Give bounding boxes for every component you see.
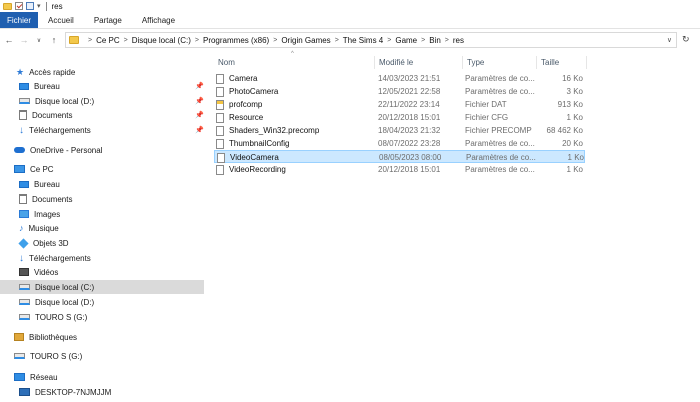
3d-objects-icon [18, 237, 29, 249]
nav-pc-bureau[interactable]: Bureau [19, 177, 60, 191]
nav-desktop-computer[interactable]: DESKTOP-7NJMJJM [19, 385, 111, 399]
desktop-icon [19, 82, 29, 90]
nav-pc-musique[interactable]: ♪ Musique [19, 221, 59, 235]
tab-affichage[interactable]: Affichage [132, 12, 185, 28]
pin-icon[interactable]: 📌 [195, 126, 204, 134]
drive-icon [19, 284, 30, 290]
address-bar[interactable]: > Ce PC > Disque local (C:) > Programmes… [65, 32, 677, 48]
config-file-icon [216, 86, 224, 97]
file-row[interactable]: Shaders_Win32.precomp 18/04/2023 21:32 F… [214, 124, 585, 137]
config-file-icon [216, 73, 224, 84]
nav-pc-documents[interactable]: Documents [19, 192, 72, 206]
breadcrumb-the-sims-4[interactable]: The Sims 4 [343, 36, 383, 45]
nav-quick-disque-d[interactable]: Disque local (D:) 📌 [19, 94, 204, 108]
folder-icon [69, 36, 79, 44]
config-file-icon [217, 152, 225, 163]
file-row-selected[interactable]: VideoCamera 08/05/2023 08:00 Paramètres … [214, 150, 585, 163]
properties-check-icon[interactable] [15, 2, 23, 10]
navigation-pane: ★ Accès rapide Bureau 📌 Disque local (D:… [0, 58, 204, 402]
drive-icon [19, 299, 30, 305]
nav-quick-documents[interactable]: Documents 📌 [19, 108, 204, 122]
file-row[interactable]: Camera 14/03/2023 21:51 Paramètres de co… [214, 72, 585, 85]
column-header-type[interactable]: Type [463, 56, 537, 69]
recent-dropdown-icon[interactable]: ∨ [33, 37, 45, 44]
breadcrumb-res[interactable]: res [453, 36, 464, 45]
nav-pc-objets-3d[interactable]: Objets 3D [18, 236, 69, 250]
pin-icon[interactable]: 📌 [195, 111, 204, 119]
window-title: res [51, 1, 63, 11]
nav-touro[interactable]: TOURO S (G:) [14, 349, 82, 363]
computer-icon [14, 165, 25, 173]
nav-ce-pc[interactable]: Ce PC [14, 162, 54, 176]
network-icon [14, 373, 25, 381]
nav-quick-bureau[interactable]: Bureau 📌 [19, 79, 204, 93]
file-row[interactable]: ThumbnailConfig 08/07/2022 23:28 Paramèt… [214, 137, 585, 150]
tab-accueil[interactable]: Accueil [38, 12, 84, 28]
file-row[interactable]: VideoRecording 20/12/2018 15:01 Paramètr… [214, 163, 585, 176]
refresh-icon[interactable]: ↻ [682, 34, 690, 45]
breadcrumb-programmes[interactable]: Programmes (x86) [203, 36, 269, 45]
star-icon: ★ [16, 66, 25, 77]
breadcrumb-game[interactable]: Game [395, 36, 417, 45]
drive-icon [14, 353, 25, 359]
file-row[interactable]: PhotoCamera 12/05/2021 22:58 Paramètres … [214, 85, 585, 98]
nav-quick-telechargements[interactable]: ↓ Téléchargements 📌 [19, 123, 204, 137]
forward-arrow-icon[interactable]: → [18, 35, 30, 45]
library-icon [14, 333, 24, 341]
download-icon: ↓ [19, 252, 24, 264]
nav-pc-images[interactable]: Images [19, 207, 60, 221]
download-icon: ↓ [19, 124, 24, 136]
column-header-modified[interactable]: Modifié le [375, 56, 463, 69]
cloud-icon [14, 147, 25, 153]
breadcrumb-separator-icon[interactable]: > [88, 37, 92, 44]
up-arrow-icon[interactable]: ↑ [48, 35, 60, 45]
title-bar: ▾ res [0, 0, 700, 12]
breadcrumb-disque-c[interactable]: Disque local (C:) [132, 36, 191, 45]
pictures-icon [19, 210, 29, 218]
nav-pc-disque-d[interactable]: Disque local (D:) [19, 295, 94, 309]
quick-access-properties-icon[interactable] [26, 2, 34, 10]
tab-partage[interactable]: Partage [84, 12, 132, 28]
config-file-icon [216, 138, 224, 149]
nav-pc-videos[interactable]: Vidéos [19, 265, 58, 279]
nav-bibliotheques[interactable]: Bibliothèques [14, 330, 77, 344]
video-icon [19, 268, 29, 276]
tab-fichier[interactable]: Fichier [0, 12, 39, 28]
nav-pc-touro[interactable]: TOURO S (G:) [19, 310, 87, 324]
nav-reseau[interactable]: Réseau [14, 370, 58, 384]
breadcrumb-bin[interactable]: Bin [429, 36, 441, 45]
monitor-icon [19, 388, 30, 396]
nav-pc-disque-c[interactable]: Disque local (C:) [0, 280, 204, 294]
file-row[interactable]: Resource 20/12/2018 15:01 Fichier CFG 1 … [214, 111, 585, 124]
file-icon [216, 112, 224, 123]
breadcrumb-ce-pc[interactable]: Ce PC [96, 36, 120, 45]
column-header-name[interactable]: Nom [214, 56, 375, 69]
drive-icon [19, 314, 30, 320]
document-icon [19, 194, 27, 204]
nav-pc-telechargements[interactable]: ↓ Téléchargements [19, 251, 91, 265]
desktop-icon [19, 180, 29, 188]
file-icon [216, 125, 224, 136]
data-file-icon [216, 99, 224, 110]
address-dropdown-icon[interactable]: ∨ [667, 36, 672, 44]
nav-onedrive[interactable]: OneDrive - Personal [14, 143, 102, 157]
drive-icon [19, 98, 30, 104]
back-arrow-icon[interactable]: ← [3, 35, 15, 45]
music-icon: ♪ [19, 223, 24, 233]
pin-icon[interactable]: 📌 [195, 97, 204, 105]
pin-icon[interactable]: 📌 [195, 82, 204, 90]
ribbon-tabs: Fichier Accueil Partage Affichage [0, 12, 700, 29]
column-header-size[interactable]: Taille [537, 56, 587, 69]
document-icon [19, 110, 27, 120]
breadcrumb-origin-games[interactable]: Origin Games [281, 36, 330, 45]
chevron-down-icon[interactable]: ▾ [37, 2, 41, 10]
folder-icon [3, 2, 12, 10]
address-row: ← → ∨ ↑ > Ce PC > Disque local (C:) > Pr… [0, 30, 700, 50]
config-file-icon [216, 164, 224, 175]
file-row[interactable]: profcomp 22/11/2022 23:14 Fichier DAT 91… [214, 98, 585, 111]
nav-quick-access[interactable]: ★ Accès rapide [16, 65, 75, 79]
